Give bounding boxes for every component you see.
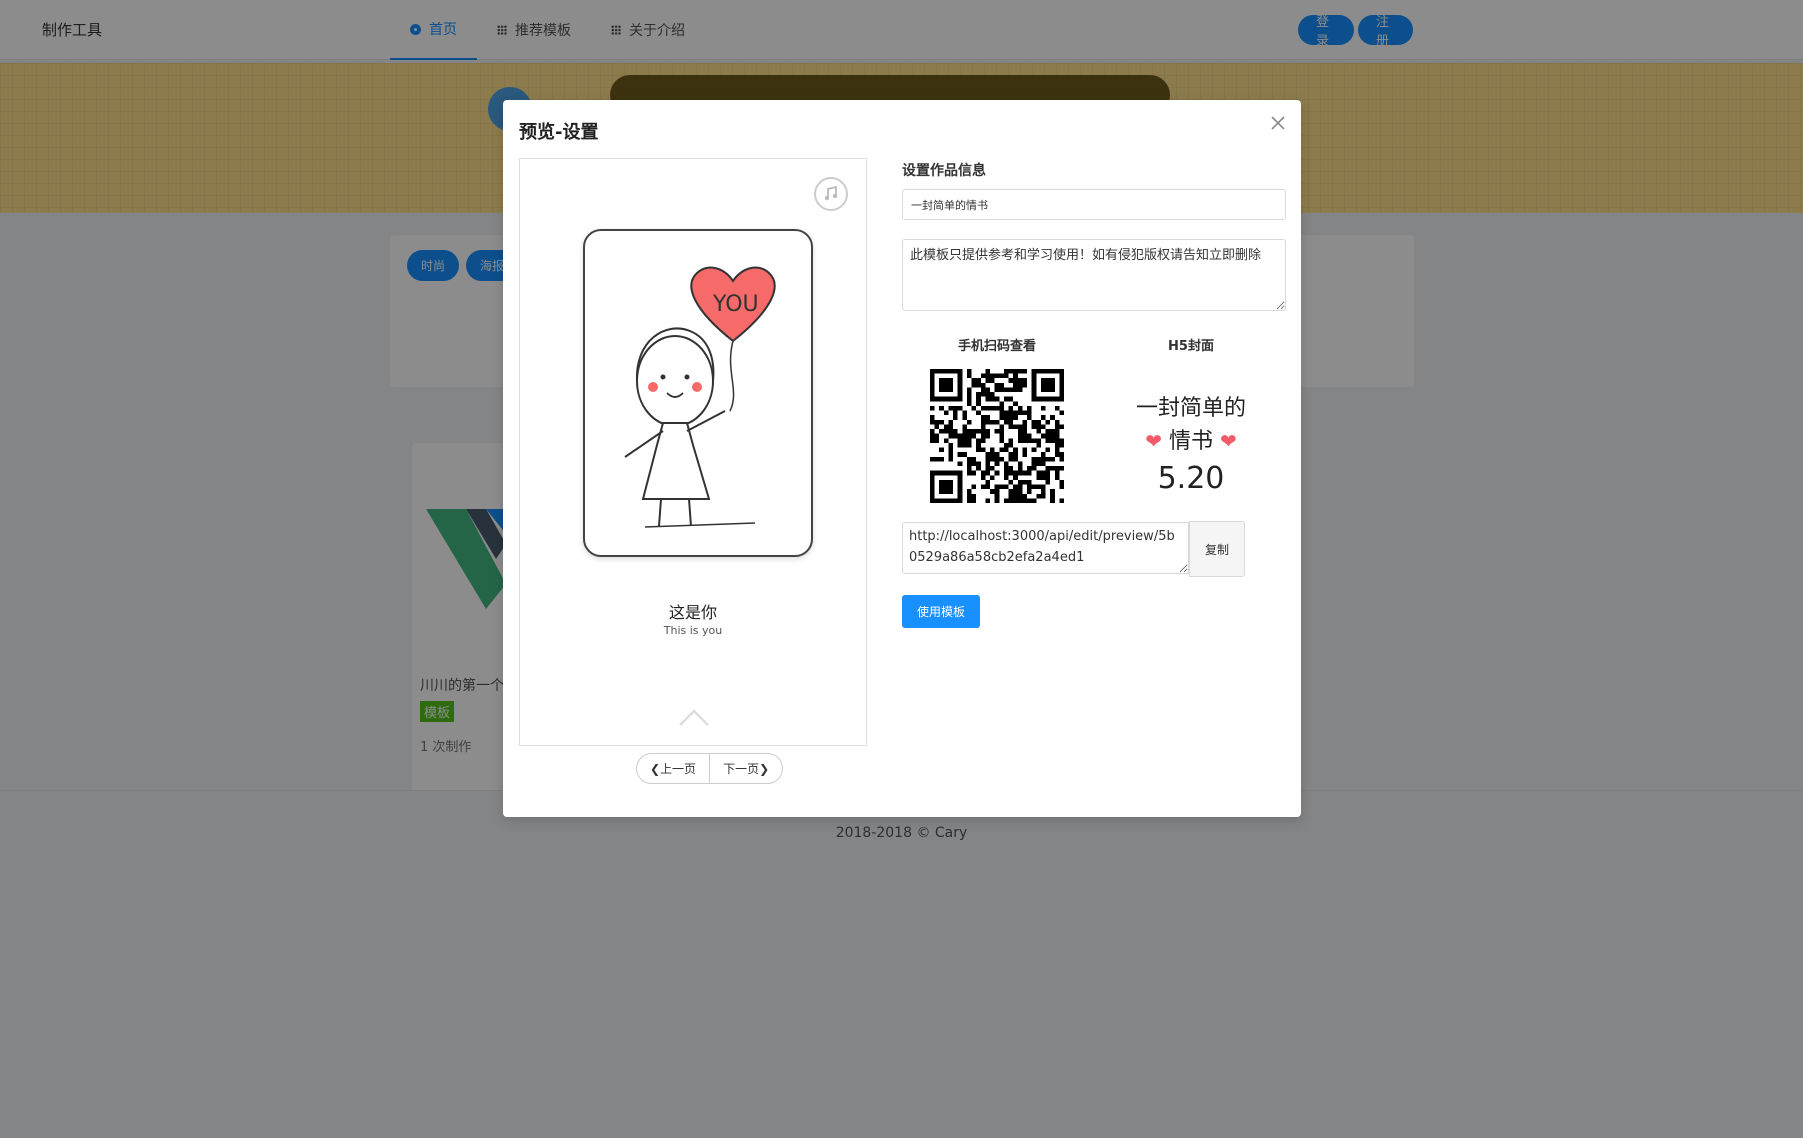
- qr-column: 手机扫码查看: [927, 335, 1067, 507]
- cover-title-line2-text: 情书: [1168, 429, 1213, 454]
- share-url-row: http://localhost:3000/api/edit/preview/5…: [902, 521, 1245, 577]
- section-label-work-info: 设置作品信息: [902, 163, 986, 179]
- next-page-button[interactable]: 下一页❯: [709, 754, 782, 783]
- page-caption: 这是你 This is you: [520, 599, 866, 637]
- music-toggle-icon[interactable]: [814, 177, 848, 211]
- heart-icon: ❤: [1220, 429, 1237, 453]
- qr-label: 手机扫码查看: [957, 339, 1036, 354]
- settings-panel: 设置作品信息 此模板只提供参考和学习使用！如有侵犯版权请告知立即删除 手机扫码查…: [902, 158, 1287, 628]
- prev-page-button[interactable]: ❮上一页: [637, 754, 709, 783]
- work-description-textarea[interactable]: 此模板只提供参考和学习使用！如有侵犯版权请告知立即删除: [902, 239, 1286, 311]
- chevron-up-icon[interactable]: [678, 707, 710, 727]
- cover-title-line2: ❤ 情书 ❤: [1120, 425, 1262, 458]
- caption-english: This is you: [663, 624, 723, 637]
- modal-title: 预览-设置: [519, 122, 599, 143]
- preview-photo-card: YOU: [583, 229, 813, 557]
- preview-url-textarea[interactable]: http://localhost:3000/api/edit/preview/5…: [902, 522, 1189, 574]
- page-pager: ❮上一页 下一页❯: [636, 753, 784, 784]
- work-title-input[interactable]: [902, 189, 1286, 220]
- heart-balloon-text: YOU: [712, 292, 759, 317]
- close-icon[interactable]: [1269, 114, 1287, 132]
- heart-icon: ❤: [1145, 429, 1162, 453]
- h5-cover-column: H5封面 一封简单的 ❤ 情书 ❤ 5.20: [1120, 335, 1262, 498]
- cover-label: H5封面: [1168, 339, 1214, 354]
- share-section: 手机扫码查看 H5封面 一封简单的 ❤ 情书 ❤ 5.20: [902, 335, 1287, 505]
- qr-code-icon: [930, 369, 1064, 503]
- preview-settings-modal: 预览-设置 YOU 这是你 This is you ❮上一页 下一页❯ 设置作品…: [503, 100, 1301, 817]
- caption-chinese: 这是你: [668, 603, 717, 622]
- copy-button[interactable]: 复制: [1189, 521, 1245, 577]
- cover-date: 5.20: [1157, 461, 1225, 496]
- use-template-button[interactable]: 使用模板: [902, 595, 981, 628]
- h5-preview-frame: YOU 这是你 This is you: [519, 158, 867, 746]
- girl-with-heart-balloon-illustration: YOU: [624, 266, 776, 528]
- cover-title-line1: 一封简单的: [1135, 396, 1246, 421]
